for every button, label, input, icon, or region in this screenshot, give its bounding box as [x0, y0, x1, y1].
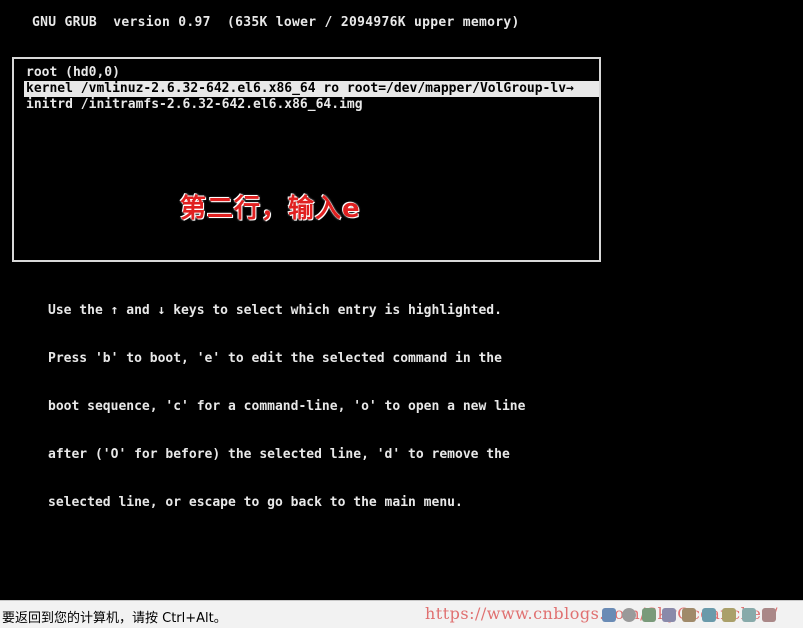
status-message: 要返回到您的计算机，请按 Ctrl+Alt。 [2, 611, 227, 626]
annotation-label: 第二行，输入e [180, 194, 361, 224]
display-icon[interactable] [702, 608, 716, 622]
help-text: Use the ↑ and ↓ keys to select which ent… [48, 271, 525, 543]
help-line: boot sequence, 'c' for a command-line, '… [48, 399, 526, 414]
vm-console-screen[interactable]: GNU GRUB version 0.97 (635K lower / 2094… [0, 0, 803, 600]
grub-header: GNU GRUB version 0.97 (635K lower / 2094… [32, 15, 520, 30]
help-line: Press 'b' to boot, 'e' to edit the selec… [48, 351, 502, 366]
printer-icon[interactable] [662, 608, 676, 622]
grub-menu-box: root (hd0,0) kernel /vmlinuz-2.6.32-642.… [12, 57, 601, 262]
cd-icon[interactable] [722, 608, 736, 622]
usb-icon[interactable] [642, 608, 656, 622]
disk-icon[interactable] [622, 608, 636, 622]
menu-entry-kernel[interactable]: kernel /vmlinuz-2.6.32-642.el6.x86_64 ro… [24, 81, 599, 97]
menu-entry-initrd[interactable]: initrd /initramfs-2.6.32-642.el6.x86_64.… [24, 97, 599, 113]
menu-entry-root[interactable]: root (hd0,0) [24, 65, 599, 81]
help-line: after ('O' for before) the selected line… [48, 447, 510, 462]
folder-icon[interactable] [742, 608, 756, 622]
sound-icon[interactable] [682, 608, 696, 622]
help-line: selected line, or escape to go back to t… [48, 495, 463, 510]
help-line: Use the ↑ and ↓ keys to select which ent… [48, 303, 502, 318]
message-icon[interactable] [762, 608, 776, 622]
status-bar: 要返回到您的计算机，请按 Ctrl+Alt。 https://www.cnblo… [0, 600, 803, 628]
network-icon[interactable] [602, 608, 616, 622]
